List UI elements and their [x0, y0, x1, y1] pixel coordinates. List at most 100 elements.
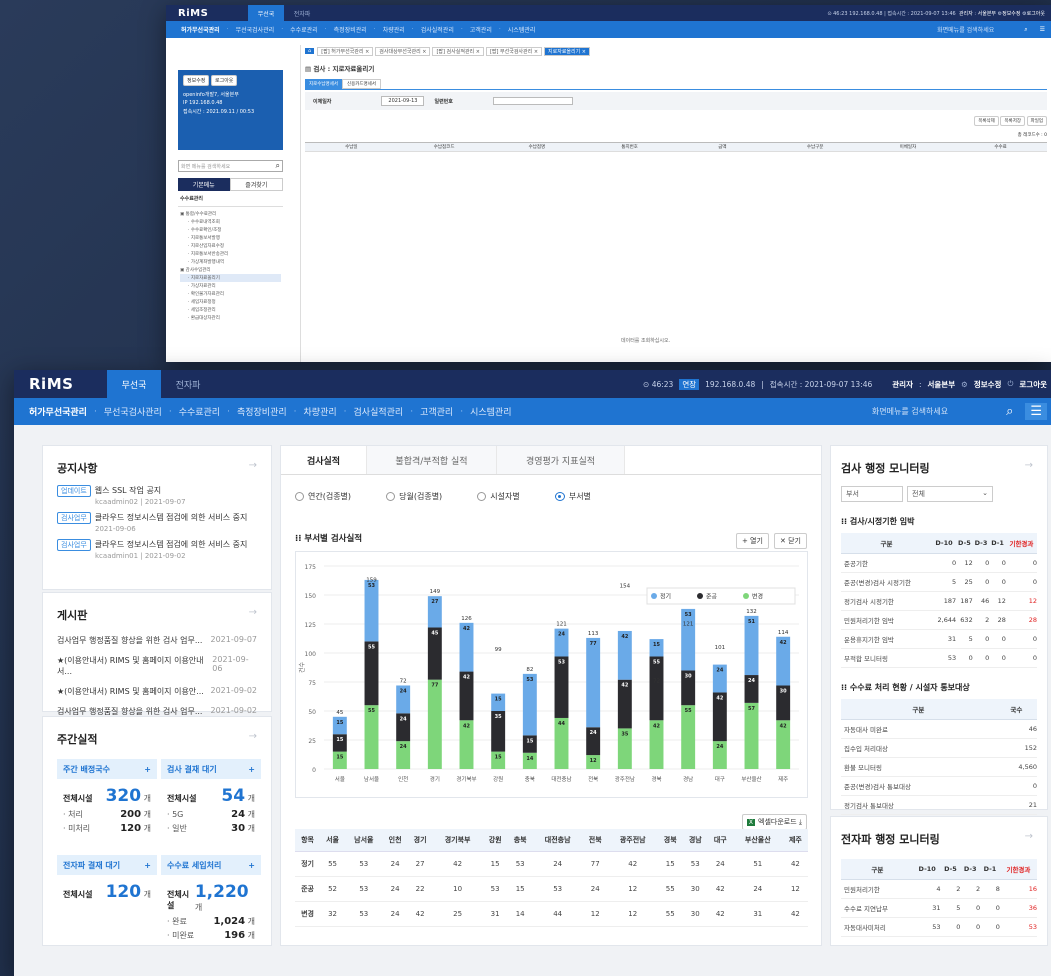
table-row[interactable]: 정기검사 시정기한 187 187 46 12 12	[841, 591, 1037, 611]
back-tree-item[interactable]: · 세입자료정정	[180, 298, 281, 306]
table-row[interactable]: 정기검사 통보대상 21	[841, 795, 1037, 815]
back-menu-icon[interactable]: ☰	[1040, 26, 1045, 33]
back-date-input[interactable]: 2021-09-13	[381, 96, 425, 106]
back-delete-button[interactable]: 목록삭제	[974, 116, 999, 126]
back-tree-item[interactable]: · 확인불가자료관리	[180, 290, 281, 298]
table-row[interactable]: 준공기한 0 12 0 0 0	[841, 553, 1037, 573]
board-item[interactable]: ★(이용안내서) RIMS 및 홈페이지 이용안내서... 2021-09-06	[57, 655, 257, 677]
back-menu-item[interactable]: 측정장비관리	[334, 25, 367, 34]
back-side-tab[interactable]: 즐겨찾기	[229, 178, 283, 191]
info-edit-link[interactable]: 정보수정	[974, 379, 1002, 390]
table-row[interactable]: 운용휴지기한 임박 31 5 0 0 0	[841, 629, 1037, 649]
back-tree-item[interactable]: ▣ 통합/수수료관리	[180, 210, 281, 218]
back-search-icon[interactable]: ⌕	[1024, 26, 1027, 34]
back-side-search-icon[interactable]: ⌕	[276, 161, 280, 171]
back-open-tab[interactable]: 지로자료올리기 ×	[544, 46, 590, 56]
radio-annual[interactable]: 연간(검종별)	[295, 491, 351, 502]
notice-item[interactable]: 검사업무 클라우드 정보시스템 점검에 의한 서비스 중지 kcaadmin01 |…	[57, 539, 257, 560]
tab-radio-station[interactable]: 무선국	[107, 370, 161, 398]
back-tree-item[interactable]: · 가상자료관리	[180, 282, 281, 290]
table-row[interactable]: 자동대사 미완료 46	[841, 719, 1037, 739]
back-side-tab[interactable]: 기본메뉴	[178, 178, 230, 191]
back-save-button[interactable]: 목록저장	[1000, 116, 1025, 126]
menu-search-input[interactable]: 화면메뉴를 검색하세요	[872, 406, 948, 417]
dept-select[interactable]: 전체 ⌄	[907, 486, 993, 502]
back-info-button[interactable]: 정보수정	[183, 75, 210, 86]
back-tree-item[interactable]: · 가상계좌발행내역	[180, 258, 281, 266]
back-open-tab[interactable]: [팝] 허가무선국관리 ×	[317, 46, 374, 56]
plus-icon[interactable]: +	[144, 765, 151, 774]
hamburger-menu-icon[interactable]: ☰	[1025, 403, 1047, 420]
tab-kpi[interactable]: 경영평가 지표실적	[497, 446, 625, 474]
search-icon[interactable]: ⌕	[1006, 404, 1013, 419]
table-row[interactable]: 부적합 모니터링 53 0 0 0 0	[841, 648, 1037, 668]
back-menu-item[interactable]: 수수료관리	[290, 25, 318, 34]
menu-item-vehicle[interactable]: 차량관리	[304, 405, 337, 418]
back-menu-item[interactable]: 검사실적관리	[421, 25, 454, 34]
plus-icon[interactable]: +	[248, 765, 255, 774]
board-item[interactable]: ★(이용안내서) RIMS 및 홈페이지 이용안... 2021-09-02	[57, 686, 257, 697]
back-tab-radio[interactable]: 무선국	[248, 5, 284, 21]
board-more-icon[interactable]: →	[249, 607, 257, 618]
back-tree-item[interactable]: · 수수료확인/조정	[180, 226, 281, 234]
back-menu-item[interactable]: 고객관리	[470, 25, 492, 34]
wave-more-icon[interactable]: →	[1025, 831, 1033, 842]
back-serial-input[interactable]	[492, 97, 573, 105]
close-button[interactable]: ✕ 닫기	[774, 533, 807, 549]
menu-item-customer[interactable]: 고객관리	[420, 405, 453, 418]
logout-link[interactable]: 로그아웃	[1019, 379, 1047, 390]
table-row[interactable]: 민원처리기한 임박 2,644 632 2 28 28	[841, 610, 1037, 630]
weekly-more-icon[interactable]: →	[249, 731, 257, 742]
excel-download-button[interactable]: X 엑셀다운로드 ⤓	[741, 809, 807, 830]
back-tree-item[interactable]: · 지로통보서반송관리	[180, 250, 281, 258]
back-open-tab[interactable]: [팝] 무선국검사관리 ×	[485, 46, 543, 56]
tab-fail[interactable]: 불합격/부적합 실적	[367, 446, 497, 474]
menu-item-fee[interactable]: 수수료관리	[179, 405, 220, 418]
back-tree-item[interactable]: · 수수료내역조회	[180, 218, 281, 226]
back-open-tab[interactable]: [팝] 검사실적관리 ×	[432, 46, 484, 56]
back-menu-item[interactable]: 시스템관리	[508, 25, 536, 34]
back-menu-search-input[interactable]: 화면메뉴를 검색하세요	[937, 25, 994, 34]
table-row[interactable]: 준공(변경)검사 시정기한 5 25 0 0 0	[841, 572, 1037, 592]
tab-electromagnetic[interactable]: 전자파	[161, 370, 215, 398]
table-row[interactable]: 자동대사미처리 53 0 0 0 53	[841, 917, 1037, 937]
extend-button[interactable]: 연장	[679, 378, 700, 390]
monitor-more-icon[interactable]: →	[1025, 460, 1033, 471]
back-tree-item[interactable]: · 지로통보서발행	[180, 234, 281, 242]
menu-item-performance[interactable]: 검사실적관리	[354, 405, 404, 418]
notice-item[interactable]: 업데이트 웹스 SSL 작업 공지 kcaadmin02 | 2021-09-07	[57, 485, 257, 506]
table-row[interactable]: 민원처리기한 4 2 2 8 16	[841, 879, 1037, 899]
menu-item-equipment[interactable]: 측정장비관리	[237, 405, 287, 418]
radio-facility[interactable]: 시설자별	[477, 491, 520, 502]
back-tree-item[interactable]: ▣ 감사수입관리	[180, 266, 281, 274]
back-menu-item[interactable]: 허가무선국관리	[181, 25, 220, 34]
back-tree-item[interactable]: · 세입조정관리	[180, 306, 281, 314]
open-button[interactable]: + 열기	[735, 533, 769, 549]
menu-item-system[interactable]: 시스템관리	[470, 405, 511, 418]
back-menu-item[interactable]: 차량관리	[383, 25, 405, 34]
back-side-search[interactable]: 화면 메뉴를 검색하세요 ⌕	[178, 160, 283, 172]
table-row[interactable]: 수수료 지연납부 31 5 0 0 36	[841, 898, 1037, 918]
back-sub-tab[interactable]: 신용카드명세서	[341, 79, 381, 89]
plus-icon[interactable]: +	[144, 861, 151, 870]
radio-monthly[interactable]: 당월(검종별)	[386, 491, 442, 502]
menu-item-inspection[interactable]: 무선국검사관리	[104, 405, 162, 418]
back-logout-button[interactable]: 로그아웃	[211, 75, 238, 86]
back-home-icon[interactable]: ⌂	[305, 48, 315, 54]
board-item[interactable]: 검사업무 행정품질 향상을 위한 검사 업무... 2021-09-07	[57, 635, 257, 646]
table-row[interactable]: 준공(변경)검사 통보대상 0	[841, 776, 1037, 796]
table-row[interactable]: 집수입 처리대상 152	[841, 738, 1037, 758]
back-tree-item[interactable]: · 지로산입자료수정	[180, 242, 281, 250]
back-menu-item[interactable]: 무선국검사관리	[236, 25, 275, 34]
back-upload-button[interactable]: 파일업	[1026, 116, 1047, 126]
back-tab-wave[interactable]: 전자파	[284, 5, 320, 21]
back-tree-item[interactable]: · 환급대상자관리	[180, 314, 281, 322]
back-sub-tab[interactable]: 지로수납명세서	[305, 79, 342, 89]
back-open-tab[interactable]: 검사대상무선국관리 ×	[375, 46, 431, 56]
radio-department[interactable]: 부서별	[554, 491, 591, 502]
notice-more-icon[interactable]: →	[249, 460, 257, 471]
back-tree-item[interactable]: · 지로자료올리기	[180, 274, 281, 282]
table-row[interactable]: 환불 모니터링 4,560	[841, 757, 1037, 777]
tab-performance[interactable]: 검사실적	[281, 446, 367, 474]
plus-icon[interactable]: +	[248, 861, 255, 870]
